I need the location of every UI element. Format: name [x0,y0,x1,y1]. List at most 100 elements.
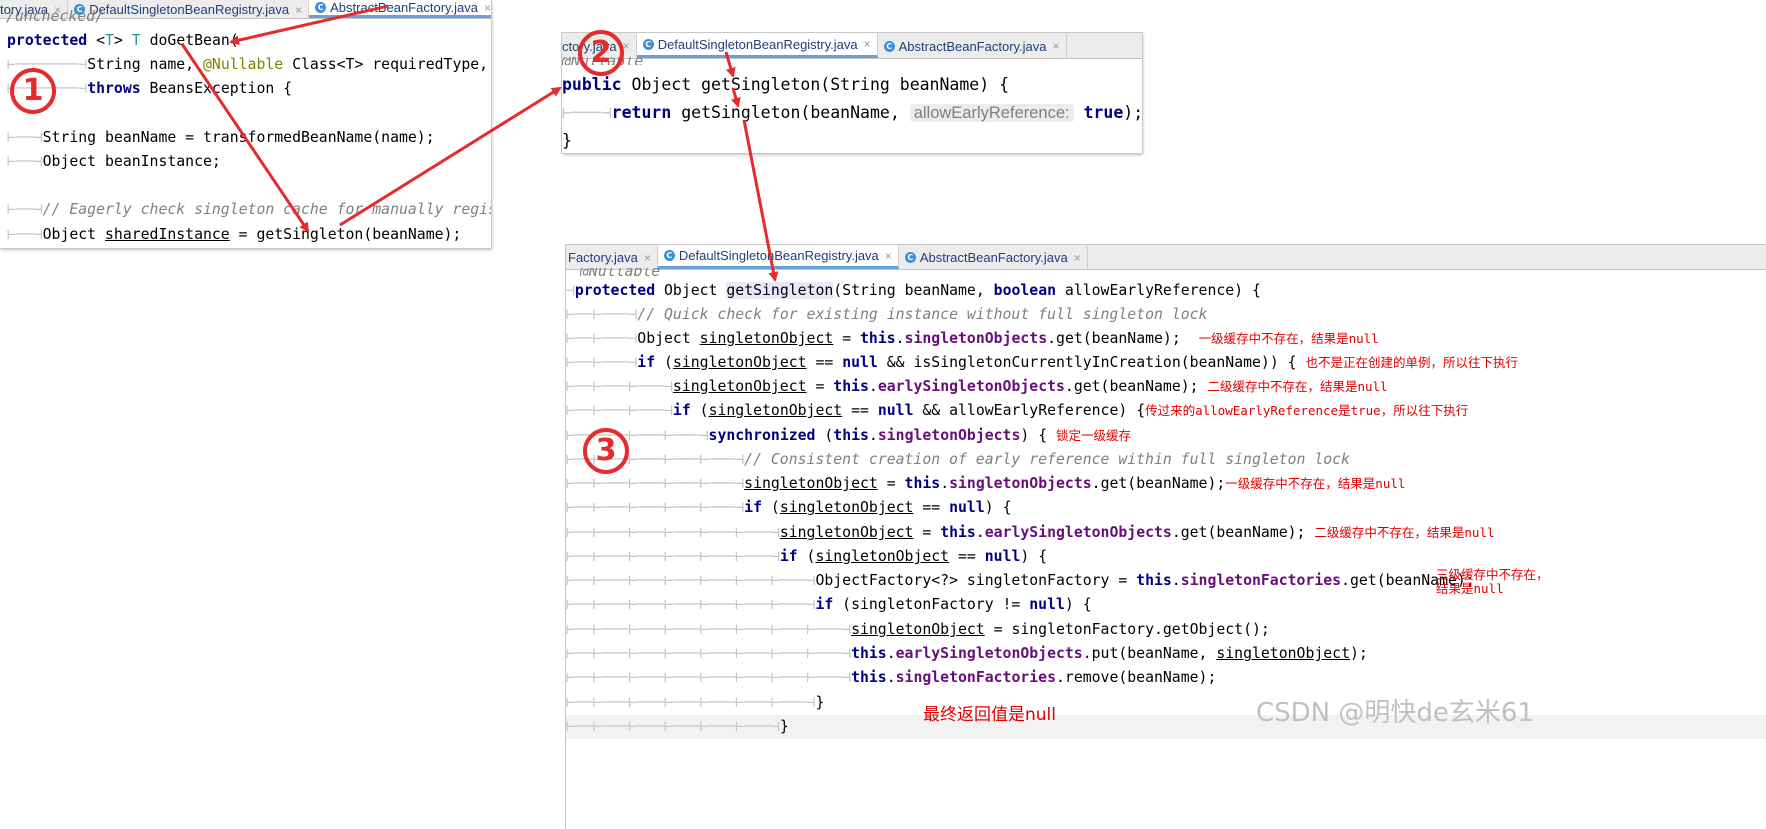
comment: // Consistent creation of early referenc… [744,451,1350,468]
indent-guide: ⊢──⊣ [7,226,43,243]
keyword: this [833,427,869,444]
indent-guide: ⊢──⊢───⊢───⊢───⊢───⊢───⊢───⊢───⊣ [566,645,852,662]
indent-guide: ⊢──⊢───⊢───⊢───⊢───⊢───⊣ [566,524,780,541]
code-text: String name, [87,56,203,73]
code-line: ⊢──⊢───⊣if (singletonObject == null && i… [566,351,1766,375]
class-icon: C [883,40,895,52]
variable: singletonObject [779,524,914,541]
annotation-note-line: 三级缓存中不存在， [1436,567,1549,582]
close-icon[interactable]: × [1053,39,1060,53]
tab-bar: Factory.java × C DefaultSingletonBeanRegis… [566,245,1766,270]
code-text: = [913,524,941,541]
close-icon[interactable]: × [864,37,871,51]
close-icon[interactable]: × [885,249,892,263]
keyword: this [1136,572,1172,589]
code-text: BeansException { [140,80,293,97]
code-line-partial: @Nullable [580,268,1766,276]
keyword: if [637,354,656,371]
tab-abstract-bean-factory[interactable]: C AbstractBeanFactory.java × [898,246,1088,269]
variable: singletonObject [708,402,843,419]
step-marker-2: 2 [578,30,624,76]
annotation-note: 也不是正在创建的单例，所以往下执行 [1305,355,1518,370]
keyword: true [1083,103,1124,122]
code-line: ⊢──⊢───⊢───⊢───⊢───⊢───⊢───⊣ObjectFactor… [566,569,1766,593]
variable: singletonObject [779,499,914,516]
field: singletonObjects [904,330,1048,347]
code-text: ) { [984,499,1012,516]
step-marker-1: 1 [10,68,56,114]
code-text: . [868,427,878,444]
class-icon: C [642,38,654,50]
indent-guide: ⊢──⊣ [7,129,43,146]
class-icon: C [663,250,675,261]
tab-factory[interactable]: Factory.java × [566,246,658,269]
variable: singletonObject [672,354,807,371]
indent-guide: ⊢──⊢───⊣ [566,306,638,323]
annotation-note: 一级缓存中不存在，结果是null [1198,331,1379,346]
indent-guide: ⊣ [566,282,575,299]
comment: // Quick check for existing instance wit… [637,306,1208,323]
editor-panel-get-singleton-overload: ctory.java × C DefaultSingletonBeanRegistr… [562,33,1142,153]
indent-guide: ⊢──⊣ [7,201,43,218]
code-line: ⊢──⊢───⊢───⊢───⊢───⊢───⊢───⊣if (singleto… [566,593,1766,617]
annotation-note: 二级缓存中不存在，结果是null [1314,525,1495,540]
code-line: ⊢──⊢───⊢───⊢───⊢───⊣singletonObject = th… [566,472,1766,496]
close-icon[interactable]: × [644,251,651,265]
code-text: } [779,718,789,735]
keyword: if [672,402,691,419]
variable: singletonObject [1216,645,1350,662]
variable: singletonObject [815,548,950,565]
code-text: (singletonFactory != [833,596,1030,613]
tab-default-singleton-bean-registry[interactable]: C DefaultSingletonBeanRegistry.java × [657,245,899,269]
code-line: ⊢──⊢───⊢───⊢───⊢───⊢───⊣if (singletonObj… [566,545,1766,569]
indent-guide: ⊢──⊢───⊣ [566,330,638,347]
code-text: .remove(beanName); [1056,669,1217,686]
code-line: ⊢──⊢───⊢───⊣singletonObject = this.early… [566,375,1766,399]
field: singletonObjects [877,427,1021,444]
code-line: protected <T> T doGetBean( [7,29,491,53]
type-param: T [105,32,114,49]
code-text: == [949,548,985,565]
code-text: doGetBean( [140,32,239,49]
keyword: protected [574,282,656,299]
tab-default-singleton-bean-registry[interactable]: C DefaultSingletonBeanRegistry.java × [636,33,878,58]
close-icon[interactable]: × [1074,251,1081,265]
keyword: if [744,499,762,516]
code-text: Object getSingleton(String beanName) { [621,75,1010,94]
keyword: null [877,402,914,419]
code-line: ⊢──⊢───⊢───⊢───⊢───⊣if (singletonObject … [566,496,1766,520]
code-text: ( [815,427,834,444]
indent-guide: ⊢──⊢───⊢───⊢───⊢───⊢───⊢───⊢───⊣ [566,669,852,686]
code-line: ⊢──⊢───⊢───⊢───⊢───⊢───⊢───⊣} [566,691,1766,715]
code-line: ⊢──⊢───⊣Object singletonObject = this.si… [566,327,1766,351]
code-text: && isSingletonCurrentlyInCreation(beanNa… [877,354,1297,371]
code-text: .get(beanName); [1064,378,1199,395]
tab-label: DefaultSingletonBeanRegistry.java [678,248,879,263]
variable: singletonObject [851,621,985,638]
code-line-partial: @Nullable [562,57,1142,65]
keyword: null [984,548,1021,565]
indent-guide: ⊢──⊢───⊢───⊢───⊢───⊢───⊢───⊣ [566,694,816,711]
variable: singletonObject [744,475,878,492]
annotation-note: 锁定一级缓存 [1056,428,1132,443]
code-line: ⊢──⊣Object sharedInstance = getSingleton… [7,223,491,247]
field: earlySingletonObjects [895,645,1083,662]
keyword: this [940,524,976,541]
code-text: .put(beanName, [1082,645,1217,662]
tab-abstract-bean-factory[interactable]: C AbstractBeanFactory.java × [877,34,1067,58]
code-line: ⊢──⊣// Eagerly check singleton cache for… [7,198,491,222]
code-line: ⊢───────⊣String name, @Nullable Class<T>… [7,53,491,77]
indent-guide: ⊢──⊣ [7,153,43,170]
code-line-partial: /unchecked/ [6,10,104,24]
parameter-hint: allowEarlyReference: [909,104,1074,122]
code-text: ); [1123,103,1142,122]
code-text: . [895,330,905,347]
annotation-note: 一级缓存中不存在，结果是null [1225,476,1406,491]
code-line: ⊢──⊢───⊢───⊣if (singletonObject == null … [566,399,1766,423]
keyword: this [904,475,941,492]
code-text: ( [690,402,709,419]
code-text: .get(beanName); [1171,524,1306,541]
keyword: if [779,548,798,565]
annotation-note: 三级缓存中不存在， 结果是null [1436,568,1549,596]
code-line: ⊢──⊣Object beanInstance; [7,150,491,174]
